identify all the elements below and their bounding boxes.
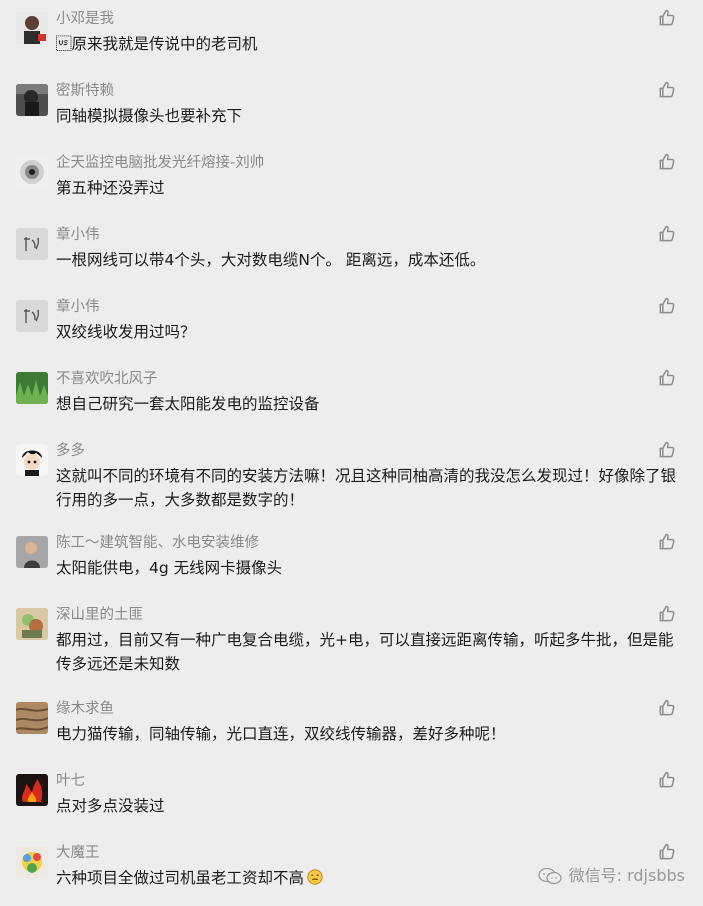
like-button[interactable] [657, 224, 677, 244]
thumb-up-icon [659, 441, 675, 458]
comment-text: 这就叫不同的环境有不同的安装方法嘛！况且这种同柚高清的我没怎么发现过！好像除了银… [56, 467, 677, 509]
thumb-up-icon [659, 81, 675, 98]
comment-author[interactable]: 密斯特赖 [56, 81, 114, 101]
comment-author[interactable]: 章小伟 [56, 297, 100, 317]
thumb-up-icon [659, 9, 675, 26]
like-button[interactable] [657, 842, 677, 862]
avatar-grass-icon [16, 372, 48, 404]
avatar-character-art-icon [16, 608, 48, 640]
avatar[interactable] [16, 372, 48, 404]
avatar[interactable] [16, 702, 48, 734]
like-button[interactable] [657, 770, 677, 790]
comment-item: 小邓是我 原来我就是传说中的老司机 [0, 0, 703, 72]
comment-text: 原来我就是传说中的老司机 [56, 35, 258, 53]
comment-item: 不喜欢吹北风子 想自己研究一套太阳能发电的监控设备 [0, 360, 703, 432]
avatar[interactable] [16, 156, 48, 188]
wechat-watermark: 微信号: rdjsbbs [537, 866, 685, 886]
comment-author[interactable]: 多多 [56, 441, 85, 461]
comment-text: 电力猫传输，同轴传输，光口直连，双绞线传输器，差好多种呢！ [56, 725, 506, 743]
comment-author[interactable]: 陈工～建筑智能、水电安装维修 [56, 533, 259, 553]
avatar[interactable] [16, 84, 48, 116]
embarrassed-emoji-icon [307, 869, 323, 885]
comment-item: 章小伟 一根网线可以带4个头，大对数电缆N个。 距离远，成本还低。 [0, 216, 703, 288]
like-button[interactable] [657, 296, 677, 316]
avatar[interactable] [16, 846, 48, 878]
thumb-up-icon [659, 771, 675, 788]
thumb-up-icon [659, 699, 675, 716]
comment-item: 缘木求鱼 电力猫传输，同轴传输，光口直连，双绞线传输器，差好多种呢！ [0, 690, 703, 762]
avatar[interactable] [16, 228, 48, 260]
avatar-person-photo-icon [16, 12, 48, 44]
watermark-text: 微信号: rdjsbbs [568, 866, 685, 885]
comment-text: 双绞线收发用过吗？ [56, 323, 196, 341]
avatar-colorful-cartoon-icon [16, 846, 48, 878]
comment-list: 小邓是我 原来我就是传说中的老司机 密斯特赖 同轴模拟摄像头也要补充下 企天监控… [0, 0, 703, 902]
comment-item: 深山里的土匪 都用过，目前又有一种广电复合电缆，光+电，可以直接远距离传输，听起… [0, 596, 703, 673]
like-button[interactable] [657, 8, 677, 28]
like-button[interactable] [657, 698, 677, 718]
comment-author[interactable]: 深山里的土匪 [56, 605, 143, 625]
thumb-up-icon [659, 533, 675, 550]
comment-item: 密斯特赖 同轴模拟摄像头也要补充下 [0, 72, 703, 144]
thumb-up-icon [659, 369, 675, 386]
avatar-person-dark-icon [16, 84, 48, 116]
comment-item: 陈工～建筑智能、水电安装维修 太阳能供电，4g 无线网卡摄像头 [0, 524, 703, 596]
avatar[interactable] [16, 444, 48, 476]
comment-author[interactable]: 章小伟 [56, 225, 100, 245]
comment-author[interactable]: 大魔王 [56, 843, 100, 863]
avatar[interactable] [16, 608, 48, 640]
avatar-calligraphy-icon [16, 228, 48, 260]
like-button[interactable] [657, 152, 677, 172]
comment-item: 叶七 点对多点没装过 [0, 762, 703, 834]
comment-author[interactable]: 叶七 [56, 771, 85, 791]
comment-text: 想自己研究一套太阳能发电的监控设备 [56, 395, 320, 413]
like-button[interactable] [657, 532, 677, 552]
comment-item: 章小伟 双绞线收发用过吗？ [0, 288, 703, 360]
comment-text: 同轴模拟摄像头也要补充下 [56, 107, 243, 125]
like-button[interactable] [657, 440, 677, 460]
avatar-wood-icon [16, 702, 48, 734]
comment-text: 点对多点没装过 [56, 797, 165, 815]
comment-text: 都用过，目前又有一种广电复合电缆，光+电，可以直接远距离传输，听起多牛批，但是能… [56, 631, 674, 673]
like-button[interactable] [657, 368, 677, 388]
avatar-calligraphy-icon [16, 300, 48, 332]
avatar-cartoon-boy-icon [16, 444, 48, 476]
thumb-up-icon [659, 605, 675, 622]
thumb-up-icon [659, 153, 675, 170]
avatar[interactable] [16, 774, 48, 806]
wechat-icon [537, 867, 562, 885]
like-button[interactable] [657, 604, 677, 624]
avatar[interactable] [16, 12, 48, 44]
thumb-up-icon [659, 297, 675, 314]
avatar[interactable] [16, 536, 48, 568]
comment-author[interactable]: 缘木求鱼 [56, 699, 114, 719]
comment-author[interactable]: 企天监控电脑批发光纤熔接-刘帅 [56, 153, 264, 173]
avatar-shop-logo-icon [16, 156, 48, 188]
comment-text: 太阳能供电，4g 无线网卡摄像头 [56, 559, 283, 577]
thumb-up-icon [659, 843, 675, 860]
avatar-man-photo-icon [16, 536, 48, 568]
like-button[interactable] [657, 80, 677, 100]
thumb-up-icon [659, 225, 675, 242]
avatar-red-fire-icon [16, 774, 48, 806]
comment-item: 多多 这就叫不同的环境有不同的安装方法嘛！况且这种同柚高清的我没怎么发现过！好像… [0, 432, 703, 509]
comment-author[interactable]: 不喜欢吹北风子 [56, 369, 158, 389]
comment-text: 一根网线可以带4个头，大对数电缆N个。 距离远，成本还低。 [56, 251, 486, 269]
comment-author[interactable]: 小邓是我 [56, 9, 114, 29]
avatar[interactable] [16, 300, 48, 332]
comment-item: 企天监控电脑批发光纤熔接-刘帅 第五种还没弄过 [0, 144, 703, 216]
comment-text: 第五种还没弄过 [56, 179, 165, 197]
comment-text-content: 六种项目全做过司机虽老工资却不高 [56, 869, 305, 887]
